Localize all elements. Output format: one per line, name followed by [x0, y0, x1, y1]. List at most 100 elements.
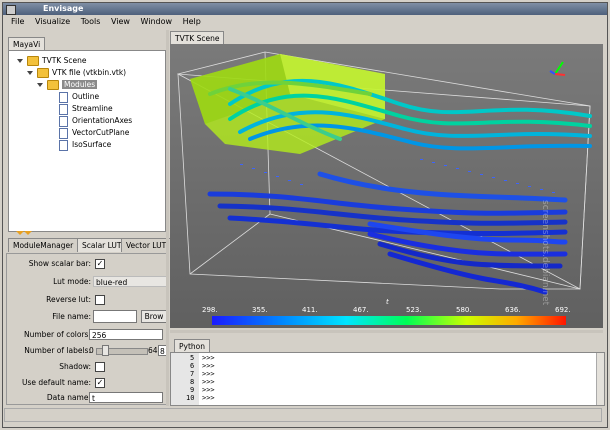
tree-label: TVTK Scene: [42, 56, 87, 65]
expand-icon[interactable]: [27, 71, 33, 75]
line-number: 10: [186, 394, 195, 402]
tab-mayavi[interactable]: MayaVi: [8, 37, 46, 51]
tree-item-isosurface[interactable]: IsoSurface: [59, 139, 112, 151]
document-icon: [59, 103, 68, 115]
tree-item-orientationaxes[interactable]: OrientationAxes: [59, 115, 133, 127]
folder-icon: [37, 68, 49, 78]
tree-label: VTK file (vtkbin.vtk): [52, 68, 127, 77]
tab-vector-lut[interactable]: Vector LUT: [121, 238, 172, 252]
browse-button[interactable]: Brow: [141, 310, 167, 323]
tree-label: Streamline: [72, 104, 113, 113]
tree-item-outline[interactable]: Outline: [59, 91, 100, 103]
file-name-input[interactable]: [93, 310, 137, 323]
mayavi-tree-panel: TVTK Scene VTK file (vtkbin.vtk) Modules…: [8, 50, 166, 232]
menu-view[interactable]: View: [111, 17, 130, 26]
tree-label: Modules: [62, 80, 98, 89]
tree-item-streamline[interactable]: Streamline: [59, 103, 113, 115]
label: Number of labels:: [24, 346, 91, 355]
menu-bar: File Visualize Tools View Window Help: [3, 15, 607, 29]
title-bar: Envisage: [3, 3, 607, 15]
line-number: 7: [190, 370, 195, 378]
tree-item-modules[interactable]: Modules: [37, 79, 98, 90]
line-number: 8: [190, 378, 195, 386]
folder-icon: [27, 56, 39, 66]
menu-tools[interactable]: Tools: [81, 17, 101, 26]
label: Shadow:: [59, 362, 91, 371]
labels-min: 0: [89, 346, 94, 355]
scalar-bar-labels: 298. 355. 411. 467. 523. 580. 636. 692. …: [170, 298, 603, 315]
scene-render: [170, 44, 603, 328]
python-scrollbar[interactable]: [596, 353, 604, 405]
document-icon: [59, 115, 68, 127]
tree-item-vectorcutplane[interactable]: VectorCutPlane: [59, 127, 130, 139]
expand-icon[interactable]: [37, 83, 43, 87]
scalar-bar-tick-label: 355.: [252, 306, 268, 314]
status-bar: [4, 408, 602, 422]
scalar-bar-tick-label: 636.: [505, 306, 521, 314]
row-data-name: Data name: t: [7, 391, 171, 404]
scalar-bar-tick-label: 298.: [202, 306, 218, 314]
row-number-of-colors: Number of colors: 256: [7, 328, 171, 341]
tab-scalar-lut[interactable]: Scalar LUT: [77, 238, 127, 252]
use-default-name-checkbox[interactable]: ✓: [95, 378, 105, 388]
tvtk-scene-viewport[interactable]: 298. 355. 411. 467. 523. 580. 636. 692. …: [170, 44, 603, 328]
data-name-input[interactable]: t: [89, 392, 163, 403]
python-prompt: >>>: [202, 354, 215, 362]
tab-module-manager[interactable]: ModuleManager: [8, 238, 79, 252]
shadow-checkbox[interactable]: [95, 362, 105, 372]
row-lut-mode: Lut mode: blue-red: [7, 275, 171, 288]
row-number-of-labels: Number of labels: 0 64 8: [7, 344, 171, 357]
scalar-bar-tick-label: 692.: [555, 306, 571, 314]
number-of-colors-input[interactable]: 256: [89, 329, 163, 340]
row-show-scalar-bar: Show scalar bar: ✓: [7, 257, 171, 270]
scalar-lut-form: Show scalar bar: ✓ Lut mode: blue-red Re…: [6, 253, 168, 405]
python-shell[interactable]: 5 6 7 8 9 10 >>> >>> >>> >>> >>> >>>: [170, 352, 605, 406]
splitter-handle[interactable]: [16, 231, 24, 235]
scalar-bar: [212, 316, 566, 325]
scalar-bar-tick-label: 467.: [353, 306, 369, 314]
expand-icon[interactable]: [17, 59, 23, 63]
scalar-bar-tick-label: 411.: [302, 306, 318, 314]
line-number: 6: [190, 362, 195, 370]
python-prompt: >>>: [202, 378, 215, 386]
menu-help[interactable]: Help: [183, 17, 201, 26]
scalar-bar-tick-label: 523.: [406, 306, 422, 314]
row-reverse-lut: Reverse lut:: [7, 293, 171, 306]
python-prompt: >>>: [202, 394, 215, 402]
scalar-bar-title: t: [386, 298, 389, 306]
system-menu-icon[interactable]: [6, 5, 16, 15]
lut-mode-select[interactable]: blue-red: [93, 276, 167, 287]
row-file-name: File name: Brow: [7, 310, 171, 323]
row-shadow: Shadow:: [7, 360, 171, 373]
tab-tvtk-scene[interactable]: TVTK Scene: [170, 31, 225, 45]
label: Number of colors:: [23, 330, 91, 339]
reverse-lut-checkbox[interactable]: [95, 295, 105, 305]
folder-icon: [47, 80, 59, 90]
label: Reverse lut:: [46, 295, 91, 304]
document-icon: [59, 139, 68, 151]
line-number-gutter: [171, 353, 199, 405]
tree-label: IsoSurface: [72, 140, 112, 149]
menu-window[interactable]: Window: [141, 17, 173, 26]
tab-python[interactable]: Python: [174, 339, 210, 353]
menu-visualize[interactable]: Visualize: [35, 17, 70, 26]
line-number: 5: [190, 354, 195, 362]
show-scalar-bar-checkbox[interactable]: ✓: [95, 259, 105, 269]
scalar-bar-tick-label: 580.: [456, 306, 472, 314]
tree-item-vtk-file[interactable]: VTK file (vtkbin.vtk): [27, 67, 126, 78]
vertical-splitter[interactable]: [166, 30, 169, 406]
splitter-handle[interactable]: [24, 231, 32, 235]
python-prompt: >>>: [202, 386, 215, 394]
tree-label: VectorCutPlane: [72, 128, 130, 137]
tree-label: OrientationAxes: [72, 116, 133, 125]
horizontal-splitter[interactable]: [170, 330, 603, 333]
tree-label: Outline: [72, 92, 100, 101]
document-icon: [59, 127, 68, 139]
label: Show scalar bar:: [28, 259, 91, 268]
labels-slider-thumb[interactable]: [101, 345, 109, 356]
row-use-default-name: Use default name: ✓: [7, 376, 171, 389]
line-number: 9: [190, 386, 195, 394]
label: Data name:: [46, 393, 91, 402]
tree-item-tvtk-scene[interactable]: TVTK Scene: [17, 55, 86, 66]
menu-file[interactable]: File: [11, 17, 24, 26]
